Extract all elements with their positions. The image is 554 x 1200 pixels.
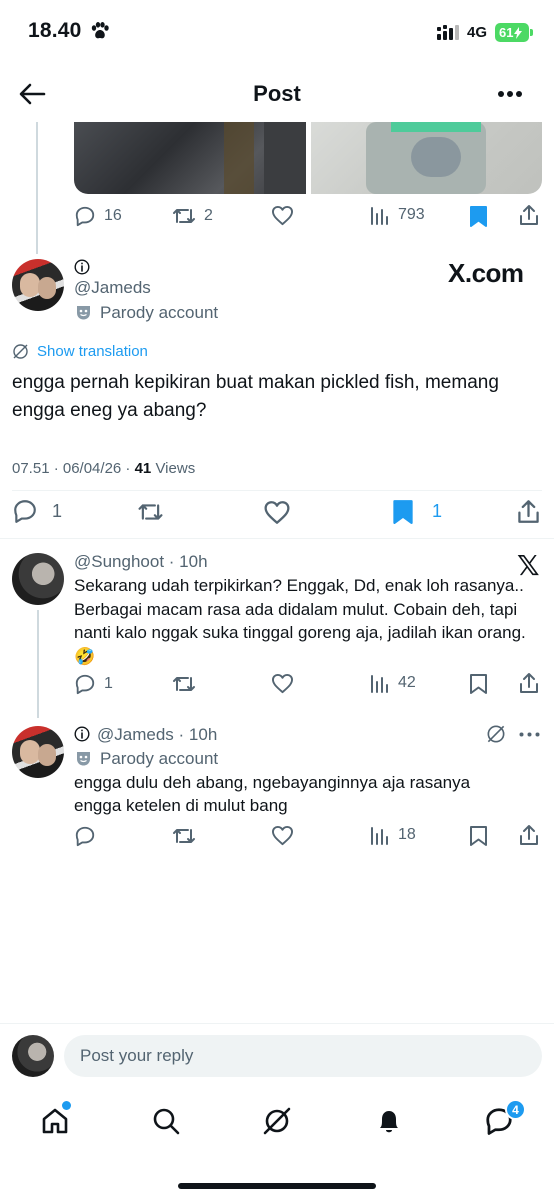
cellular-signal-icon [437, 25, 459, 40]
translate-icon [13, 344, 28, 359]
repost-icon[interactable] [172, 673, 196, 695]
composer-avatar [12, 1035, 54, 1077]
repost-icon[interactable] [136, 500, 165, 524]
reply-1-handle[interactable]: @Sunghoot [74, 552, 164, 571]
reply-1-text: Sekarang udah terpikirkan? Enggak, Dd, e… [74, 576, 526, 666]
parody-label: Parody account [100, 303, 219, 322]
status-bar: 18.40 4G 61 [0, 0, 554, 66]
notifications-bell-icon[interactable] [374, 1106, 404, 1136]
reply-2-header: @Jameds · 10h [97, 725, 217, 745]
post-meta: 07.51 · 06/04/26 · 41 Views [12, 460, 195, 477]
repost-count: 2 [204, 207, 213, 224]
battery-indicator: 61 [495, 23, 529, 42]
reply-2-handle[interactable]: @Jameds [97, 725, 174, 744]
main-reply-count: 1 [52, 500, 63, 521]
status-time: 18.40 [28, 19, 82, 42]
composer-divider [0, 1023, 554, 1024]
views-button[interactable]: 793 [370, 205, 425, 225]
like-icon[interactable] [271, 673, 294, 694]
parody-mask-icon [77, 306, 90, 320]
share-icon[interactable] [518, 672, 540, 694]
more-options-icon[interactable] [519, 732, 540, 737]
reply-count: 16 [104, 207, 122, 224]
battery-tip [530, 29, 533, 36]
reply-avatar-sunghoot[interactable] [12, 553, 64, 605]
info-icon [74, 259, 90, 275]
network-type: 4G [467, 24, 488, 41]
like-icon[interactable] [263, 500, 291, 525]
paw-icon [91, 22, 109, 39]
battery-level: 61 [499, 25, 514, 40]
share-icon[interactable] [516, 499, 541, 524]
search-icon[interactable] [151, 1106, 181, 1136]
reply-2-text: engga dulu deh abang, ngebayanginnya aja… [74, 773, 471, 815]
reply-avatar-jameds[interactable] [12, 726, 64, 778]
reply-icon [75, 674, 95, 695]
media-image-left[interactable] [74, 122, 306, 194]
home-icon[interactable] [40, 1106, 70, 1136]
share-icon[interactable] [518, 824, 540, 846]
repost-icon [173, 209, 195, 223]
charging-bolt-icon [514, 26, 523, 39]
reply-input-placeholder: Post your reply [80, 1046, 194, 1065]
reply-1-views-count: 42 [398, 674, 416, 691]
reply-icon [14, 500, 36, 523]
thread-connector [37, 610, 39, 718]
post-views-label: Views [151, 460, 196, 477]
more-options-icon[interactable] [497, 90, 523, 98]
top-nav-bar: Post [0, 66, 554, 122]
reply-1-time: · 10h [168, 552, 208, 571]
info-icon [74, 726, 90, 742]
reply-2-views-button[interactable]: 18 [370, 825, 416, 845]
views-chart-icon [371, 827, 388, 845]
home-notification-dot [62, 1101, 71, 1110]
reply-button[interactable]: 16 [74, 205, 122, 227]
repost-button[interactable]: 2 [172, 205, 213, 227]
repost-icon[interactable] [172, 825, 196, 847]
translate-icon[interactable] [486, 724, 506, 744]
bookmark-icon[interactable] [469, 673, 488, 695]
reply-input[interactable]: Post your reply [64, 1035, 542, 1077]
reply-1-header: @Sunghoot · 10h [74, 552, 208, 572]
bookmark-filled-icon [393, 500, 413, 524]
author-avatar[interactable] [12, 259, 64, 311]
post-divider [0, 538, 554, 539]
post-text: engga pernah kepikiran buat makan pickle… [12, 372, 499, 421]
x-com-watermark: X.com [448, 258, 524, 288]
views-chart-icon [371, 207, 388, 225]
bookmark-filled-icon[interactable] [469, 205, 488, 227]
thread-connector [36, 122, 38, 254]
bookmark-icon[interactable] [469, 825, 488, 847]
like-icon[interactable] [271, 825, 294, 846]
views-chart-icon [371, 675, 388, 693]
show-translation-link[interactable]: Show translation [37, 343, 148, 360]
reply-2-parody-label: Parody account [100, 749, 219, 768]
post-timestamp: 07.51 · 06/04/26 · [12, 460, 135, 477]
messages-badge-count: 4 [512, 1102, 519, 1117]
reply-icon [75, 206, 95, 227]
parody-mask-icon [77, 752, 90, 766]
main-bookmark-button[interactable]: 1 [392, 499, 442, 524]
views-count: 793 [398, 206, 425, 223]
share-icon[interactable] [518, 204, 540, 226]
reply-2-views-count: 18 [398, 826, 416, 843]
media-image-right[interactable] [311, 122, 542, 194]
reply-1-views-button[interactable]: 42 [370, 673, 416, 693]
author-handle[interactable]: @Jameds [74, 278, 151, 298]
post-views-count: 41 [134, 460, 152, 477]
grok-icon[interactable] [262, 1106, 292, 1136]
page-title: Post [253, 81, 301, 106]
main-reply-button[interactable]: 1 [12, 498, 62, 524]
reply-1-reply-button[interactable]: 1 [74, 673, 113, 695]
reply-1-reply-count: 1 [104, 675, 113, 692]
messages-badge: 4 [505, 1099, 526, 1120]
meta-divider [12, 490, 542, 491]
bookmark-count: 1 [432, 501, 443, 521]
home-indicator [178, 1183, 376, 1189]
like-icon[interactable] [271, 205, 294, 226]
reply-icon[interactable] [74, 825, 96, 847]
reply-2-time: · 10h [178, 725, 218, 744]
